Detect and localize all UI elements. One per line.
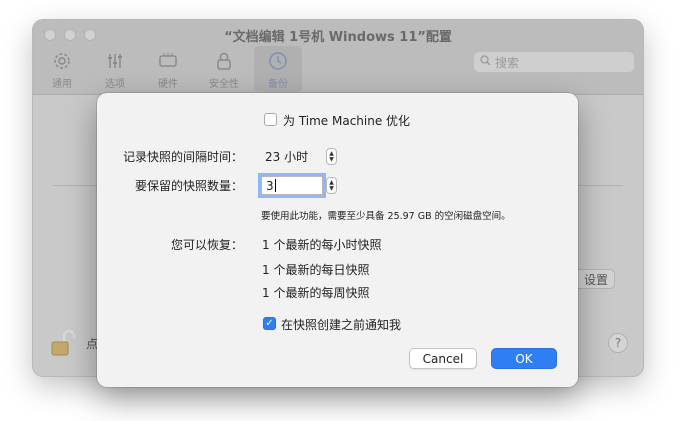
- help-button[interactable]: ?: [608, 333, 628, 353]
- tab-hardware[interactable]: 硬件: [146, 49, 190, 90]
- ok-button[interactable]: OK: [491, 348, 557, 369]
- snapshot-keep-value: 3: [266, 178, 274, 193]
- notify-checkbox[interactable]: ✓: [263, 317, 276, 330]
- snapshot-keep-input[interactable]: 3: [261, 176, 323, 195]
- disk-space-note: 要使用此功能，需要至少具备 25.97 GB 的空闲磁盘空间。: [261, 211, 511, 222]
- search-icon: [480, 55, 491, 69]
- restore-label: 您可以恢复：: [170, 238, 243, 252]
- stepper-down-icon[interactable]: ▼: [329, 185, 334, 192]
- text-caret: [274, 179, 276, 192]
- notify-checkbox-label[interactable]: 在快照创建之前通知我: [281, 316, 401, 333]
- window-toolbar: “文档编辑 1号机 Windows 11”配置 通用 选项 硬件 安全性 备份 …: [33, 20, 643, 95]
- clock-icon: [256, 49, 300, 73]
- time-machine-checkbox[interactable]: [264, 113, 277, 126]
- snapshot-keep-label: 要保留的快照数量：: [134, 179, 243, 193]
- time-machine-checkbox-label[interactable]: 为 Time Machine 优化: [283, 112, 410, 129]
- tab-options[interactable]: 选项: [93, 49, 137, 90]
- restore-item-weekly: 1 个最新的每周快照: [262, 286, 370, 300]
- tab-general-label: 通用: [52, 79, 72, 90]
- tab-backup-label: 备份: [268, 79, 288, 90]
- restore-item-daily: 1 个最新的每日快照: [262, 263, 370, 277]
- snapshot-settings-sheet: 为 Time Machine 优化 记录快照的间隔时间： 23 小时 ▲ ▼ 要…: [97, 93, 578, 387]
- snapshot-interval-value: 23 小时: [265, 150, 309, 164]
- tab-general[interactable]: 通用: [40, 49, 84, 90]
- snapshot-interval-field[interactable]: 23 小时: [261, 147, 323, 166]
- snapshot-interval-stepper[interactable]: ▲ ▼: [326, 148, 337, 165]
- cancel-button[interactable]: Cancel: [409, 348, 477, 369]
- search-input[interactable]: 搜索: [474, 52, 634, 72]
- tab-security[interactable]: 安全性: [202, 49, 246, 90]
- tab-security-label: 安全性: [209, 79, 239, 90]
- tab-options-label: 选项: [105, 79, 125, 90]
- snapshot-interval-label: 记录快照的间隔时间：: [122, 150, 243, 164]
- stepper-down-icon[interactable]: ▼: [329, 156, 334, 163]
- snapshot-keep-stepper[interactable]: ▲ ▼: [326, 177, 337, 194]
- tab-hardware-label: 硬件: [158, 79, 178, 90]
- window-title: “文档编辑 1号机 Windows 11”配置: [224, 30, 452, 45]
- unlock-icon[interactable]: [49, 328, 79, 361]
- search-placeholder: 搜索: [495, 55, 520, 70]
- lock-icon: [202, 49, 246, 73]
- gear-icon: [40, 49, 84, 73]
- tab-backup[interactable]: 备份: [256, 49, 300, 90]
- chip-icon: [146, 49, 190, 73]
- sliders-icon: [93, 49, 137, 73]
- restore-item-hourly: 1 个最新的每小时快照: [262, 238, 382, 252]
